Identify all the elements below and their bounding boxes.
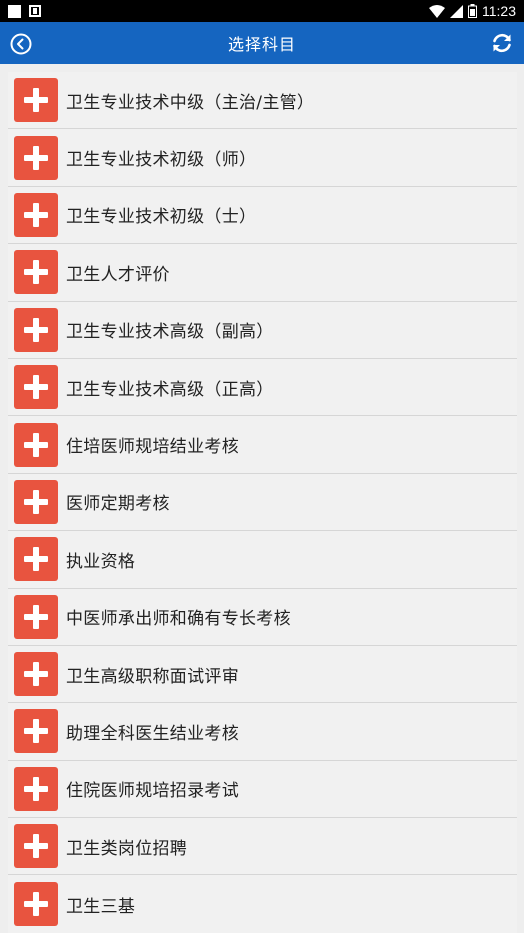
plus-icon[interactable]	[14, 307, 58, 352]
subject-label: 医师定期考核	[66, 494, 170, 515]
list-item[interactable]: 卫生三基	[8, 875, 517, 932]
app-bar: 选择科目	[0, 22, 524, 64]
subject-label: 卫生高级职称面试评审	[66, 666, 239, 687]
list-item[interactable]: 中医师承出师和确有专长考核	[8, 589, 517, 646]
plus-icon[interactable]	[14, 537, 58, 582]
plus-icon[interactable]	[14, 365, 58, 410]
battery-icon	[468, 4, 477, 18]
status-time: 11:23	[482, 3, 516, 19]
plus-icon[interactable]	[14, 766, 58, 811]
plus-icon[interactable]	[14, 824, 58, 869]
subject-label: 卫生类岗位招聘	[66, 838, 188, 859]
subject-label: 住培医师规培结业考核	[66, 437, 239, 458]
page-title: 选择科目	[227, 35, 296, 54]
list-item[interactable]: 卫生类岗位招聘	[8, 818, 517, 876]
plus-icon[interactable]	[14, 78, 58, 123]
subject-label: 助理全科医生结业考核	[66, 723, 239, 744]
sim-card-icon	[29, 5, 41, 17]
list-item[interactable]: 执业资格	[8, 531, 517, 589]
signal-icon	[450, 4, 463, 18]
list-item[interactable]: 卫生人才评价	[8, 244, 517, 302]
status-bar: 11:23	[0, 0, 524, 22]
list-item[interactable]: 卫生专业技术中级（主治/主管）	[8, 72, 517, 130]
plus-icon[interactable]	[14, 422, 58, 467]
list-item[interactable]: 助理全科医生结业考核	[8, 703, 517, 761]
plus-icon[interactable]	[14, 594, 58, 639]
wifi-icon	[429, 4, 445, 18]
subject-label: 卫生专业技术初级（士）	[66, 207, 257, 228]
subject-label: 卫生专业技术初级（师）	[66, 150, 257, 171]
subject-label: 住院医师规培招录考试	[66, 781, 239, 802]
plus-icon[interactable]	[14, 135, 58, 180]
subject-label: 卫生专业技术中级（主治/主管）	[66, 92, 315, 113]
subject-label: 执业资格	[66, 551, 136, 572]
plus-icon[interactable]	[14, 652, 58, 697]
back-circle-icon[interactable]	[10, 33, 32, 55]
subject-list: 卫生专业技术中级（主治/主管） 卫生专业技术初级（师） 卫生专业技术初级（士） 卫生人…	[8, 72, 517, 933]
subject-label: 卫生三基	[66, 896, 136, 917]
list-item[interactable]: 卫生专业技术高级（正高）	[8, 359, 517, 417]
plus-icon[interactable]	[14, 192, 58, 237]
plus-icon[interactable]	[14, 479, 58, 524]
list-item[interactable]: 卫生专业技术初级（师）	[8, 129, 517, 187]
subject-label: 卫生人才评价	[66, 264, 170, 285]
plus-icon[interactable]	[14, 250, 58, 295]
list-item[interactable]: 卫生高级职称面试评审	[8, 646, 517, 704]
plus-icon[interactable]	[14, 882, 58, 927]
list-item[interactable]: 卫生专业技术高级（副高）	[8, 302, 517, 359]
plus-icon[interactable]	[14, 709, 58, 754]
subject-label: 卫生专业技术高级（正高）	[66, 379, 274, 400]
subject-label: 卫生专业技术高级（副高）	[66, 322, 274, 343]
list-item[interactable]: 卫生专业技术初级（士）	[8, 187, 517, 245]
refresh-icon[interactable]	[490, 31, 514, 55]
list-item[interactable]: 住院医师规培招录考试	[8, 761, 517, 819]
subject-label: 中医师承出师和确有专长考核	[66, 609, 291, 630]
notification-square-icon	[8, 4, 21, 18]
list-item[interactable]: 住培医师规培结业考核	[8, 416, 517, 474]
list-item[interactable]: 医师定期考核	[8, 474, 517, 532]
